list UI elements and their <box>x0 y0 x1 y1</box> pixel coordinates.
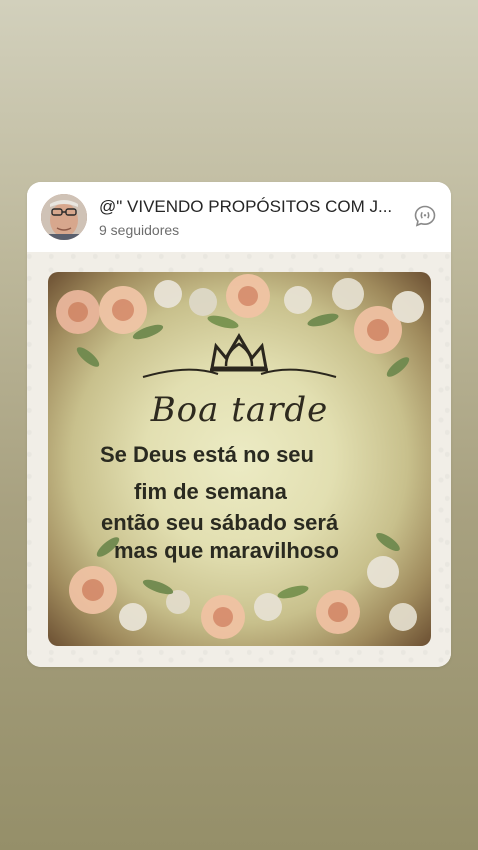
greeting-text: Boa tarde <box>150 390 329 430</box>
followers-count: 9 seguidores <box>99 222 180 238</box>
message-line-2: fim de semana <box>134 479 287 504</box>
post-image[interactable]: Boa tarde Se Deus está no seu fim de sem… <box>48 272 431 646</box>
avatar-image <box>41 194 87 240</box>
message-line-1: Se Deus está no seu <box>100 442 314 467</box>
post-image-frame: Boa tarde Se Deus está no seu fim de sem… <box>27 252 451 667</box>
post-card: @" VIVENDO PROPÓSITOS COM J... 9 seguido… <box>27 182 451 667</box>
message-line-4: mas que maravilhoso <box>114 538 339 563</box>
avatar[interactable] <box>41 194 87 240</box>
message-line-3: então seu sábado será <box>101 510 339 535</box>
author-name[interactable]: @" VIVENDO PROPÓSITOS COM J... <box>99 197 409 217</box>
crown-icon <box>210 333 268 372</box>
post-header: @" VIVENDO PROPÓSITOS COM J... 9 seguido… <box>27 182 451 252</box>
chat-bubble-icon[interactable] <box>413 204 437 228</box>
